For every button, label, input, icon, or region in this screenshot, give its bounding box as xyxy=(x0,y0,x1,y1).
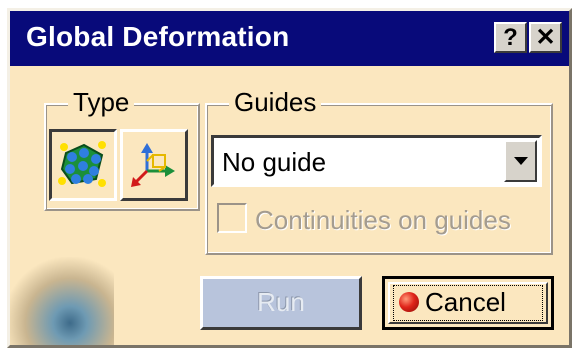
title-bar[interactable]: Global Deformation ? ✕ xyxy=(10,11,569,66)
type-legend: Type xyxy=(68,89,135,115)
surface-mesh-icon xyxy=(58,141,106,187)
guide-select-value: No guide xyxy=(222,147,327,177)
guides-legend: Guides xyxy=(229,89,322,115)
continuities-checkbox[interactable] xyxy=(217,203,247,233)
close-button[interactable]: ✕ xyxy=(529,22,562,53)
chevron-down-icon[interactable] xyxy=(504,140,537,182)
cancel-label: Cancel xyxy=(425,287,506,317)
help-button[interactable]: ? xyxy=(494,22,527,53)
cancel-button[interactable]: Cancel xyxy=(382,276,554,330)
guides-group: Guides No guide Continuities on guides xyxy=(205,89,553,255)
global-deformation-dialog: Global Deformation ? ✕ Type Guides No gu… xyxy=(7,8,572,348)
background-decoration xyxy=(10,257,114,345)
type-group: Type xyxy=(44,89,200,211)
continuities-label: Continuities on guides xyxy=(255,205,511,235)
axis-system-icon xyxy=(131,143,175,187)
guide-select[interactable]: No guide xyxy=(211,135,542,187)
type-surface-button[interactable] xyxy=(49,129,117,201)
cancel-icon xyxy=(399,292,419,312)
run-button[interactable]: Run xyxy=(200,276,362,330)
type-axis-button[interactable] xyxy=(120,129,188,201)
dialog-title: Global Deformation xyxy=(26,21,290,52)
